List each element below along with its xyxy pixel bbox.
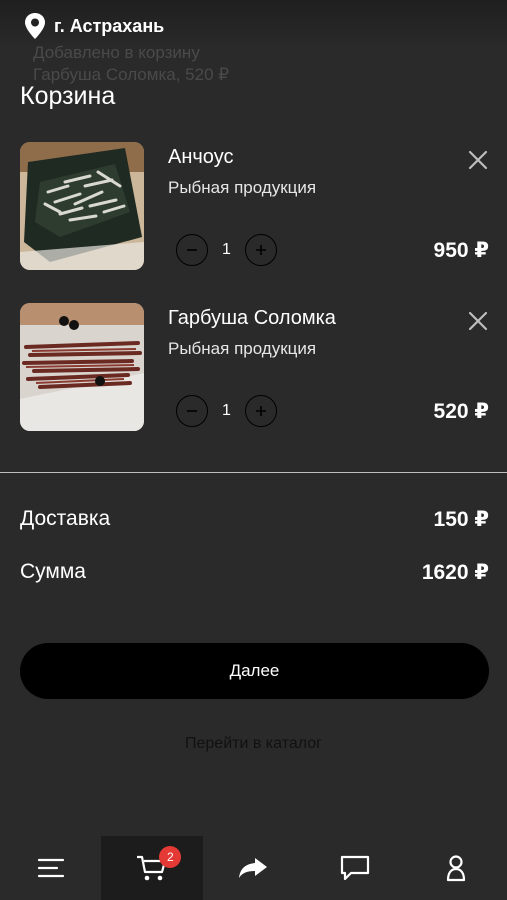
page-title: Корзина (20, 82, 116, 110)
total-row: Сумма 1620 ₽ (20, 560, 489, 590)
menu-icon (37, 858, 64, 878)
cart-item: Анчоус Рыбная продукция 1 950 ₽ (0, 142, 507, 272)
tab-chat[interactable] (304, 836, 405, 900)
minus-icon (187, 410, 197, 412)
tab-menu[interactable] (0, 836, 101, 900)
added-to-cart-toast: Добавлено в корзину Гарбуша Соломка, 520… (33, 42, 229, 86)
delivery-value: 150 ₽ (433, 508, 489, 531)
toast-line-1: Добавлено в корзину (33, 43, 200, 62)
chat-icon (340, 855, 369, 881)
cart-item: Гарбуша Соломка Рыбная продукция 1 520 ₽ (0, 303, 507, 433)
product-image[interactable] (20, 142, 144, 270)
item-price: 950 ₽ (433, 239, 489, 262)
total-label: Сумма (20, 560, 86, 583)
item-category: Рыбная продукция (168, 178, 317, 197)
quantity-stepper: 1 (176, 234, 277, 266)
total-value: 1620 ₽ (421, 561, 489, 584)
quantity-value: 1 (222, 241, 231, 258)
share-icon (239, 858, 268, 878)
bottom-tab-bar: 2 (0, 836, 507, 900)
plus-icon (256, 406, 266, 416)
increase-button[interactable] (245, 234, 277, 266)
close-icon[interactable] (466, 309, 490, 333)
increase-button[interactable] (245, 395, 277, 427)
item-name: Анчоус (168, 146, 234, 168)
decrease-button[interactable] (176, 395, 208, 427)
profile-icon (447, 855, 466, 882)
next-button[interactable]: Далее (20, 643, 489, 699)
tab-cart[interactable]: 2 (101, 836, 203, 900)
tab-share[interactable] (203, 836, 304, 900)
product-image[interactable] (20, 303, 144, 431)
city-name: г. Астрахань (54, 15, 165, 36)
quantity-value: 1 (222, 402, 231, 419)
minus-icon (187, 249, 197, 251)
quantity-stepper: 1 (176, 395, 277, 427)
plus-icon (256, 245, 266, 255)
item-name: Гарбуша Соломка (168, 307, 336, 329)
delivery-row: Доставка 150 ₽ (20, 507, 489, 537)
city-selector[interactable]: г. Астрахань (24, 12, 164, 40)
close-icon[interactable] (466, 148, 490, 172)
go-to-catalog-link[interactable]: Перейти в каталог (0, 735, 507, 753)
divider (0, 472, 507, 473)
decrease-button[interactable] (176, 234, 208, 266)
delivery-label: Доставка (20, 507, 111, 530)
cart-count-badge: 2 (159, 846, 182, 868)
tab-profile[interactable] (406, 836, 507, 900)
item-price: 520 ₽ (433, 400, 489, 423)
location-pin-icon (25, 13, 45, 39)
item-category: Рыбная продукция (168, 339, 317, 358)
